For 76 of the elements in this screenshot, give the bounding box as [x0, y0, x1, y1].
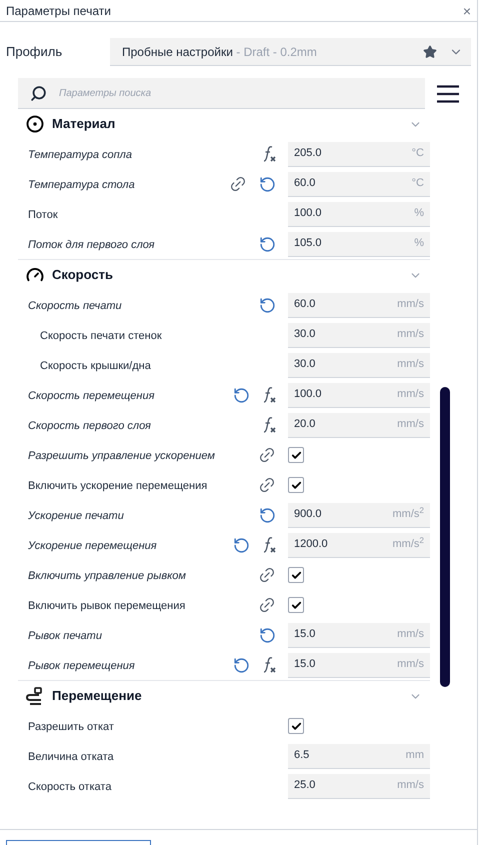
- function-icon[interactable]: [262, 416, 276, 434]
- search-input[interactable]: Параметры поиска: [59, 86, 413, 100]
- setting-label: Скорость первого слоя: [28, 419, 151, 434]
- value-field[interactable]: 100.0 mm/s: [288, 382, 430, 408]
- section-title: Материал: [52, 115, 116, 134]
- setting-label: Температура сопла: [28, 148, 132, 163]
- reset-icon[interactable]: [259, 296, 276, 314]
- check-icon: [290, 450, 302, 460]
- value-field[interactable]: 20.0 mm/s: [288, 412, 430, 438]
- value-field[interactable]: 30.0 mm/s: [288, 352, 430, 378]
- setting-label: Включить рывок перемещения: [28, 599, 186, 614]
- setting-label: Ускорение печати: [28, 509, 124, 524]
- check-icon: [290, 600, 302, 610]
- value-field[interactable]: 1200.0 mm/s$^{2}$: [288, 532, 430, 558]
- reset-icon[interactable]: [259, 626, 276, 644]
- reset-icon[interactable]: [259, 176, 276, 192]
- setting-label: Разрешить управление ускорением: [28, 449, 215, 464]
- setting-label: Поток: [28, 208, 58, 223]
- check-icon: [290, 480, 302, 490]
- search-field[interactable]: Параметры поиска: [18, 78, 425, 109]
- reset-icon[interactable]: [233, 656, 250, 674]
- setting-label: Рывок печати: [28, 629, 102, 644]
- function-icon[interactable]: [262, 145, 276, 163]
- value-field[interactable]: 100.0 %: [288, 202, 430, 226]
- value-field[interactable]: 900.0 mm/s$^{2}$: [288, 502, 430, 528]
- setting-label: Рывок перемещения: [28, 659, 135, 674]
- setting-label: Скорость печати: [28, 299, 122, 314]
- checkbox[interactable]: [288, 718, 304, 734]
- close-button[interactable]: ×: [462, 4, 471, 18]
- reset-icon[interactable]: [233, 536, 250, 554]
- setting-label: Включить управление рывком: [28, 569, 186, 584]
- setting-label: Скорость перемещения: [28, 389, 154, 404]
- search-icon: [30, 84, 47, 102]
- check-icon: [290, 720, 302, 732]
- setting-label: Ускорение перемещения: [28, 539, 157, 554]
- value-field[interactable]: 15.0 mm/s: [288, 622, 430, 648]
- setting-label: Величина отката: [28, 750, 114, 765]
- profile-dropdown[interactable]: Пробные настройки - Draft - 0.2mm: [110, 38, 471, 66]
- value-field[interactable]: 25.0 mm/s: [288, 774, 430, 798]
- function-icon[interactable]: [262, 656, 276, 674]
- gauge-icon: [26, 266, 44, 284]
- setting-label: Скорость отката: [28, 780, 112, 795]
- checkbox[interactable]: [288, 477, 304, 493]
- setting-label: Включить ускорение перемещения: [28, 479, 208, 494]
- setting-label: Скорость крышки/дна: [40, 359, 151, 374]
- function-icon[interactable]: [262, 386, 276, 404]
- section-title: Перемещение: [52, 687, 143, 706]
- profile-detail: - Draft - 0.2mm: [235, 44, 318, 60]
- function-icon[interactable]: [262, 536, 276, 554]
- spool-icon: [26, 115, 44, 133]
- travel-icon: [26, 687, 44, 705]
- setting-label: Разрешить откат: [28, 720, 114, 735]
- profile-label: Профиль: [6, 43, 64, 62]
- profile-name: Пробные настройки: [122, 44, 233, 60]
- value-field[interactable]: 15.0 mm/s: [288, 652, 430, 678]
- window-title: Параметры печати: [6, 2, 111, 20]
- value-field[interactable]: 6.5 mm: [288, 744, 430, 768]
- reset-icon[interactable]: [259, 236, 276, 252]
- setting-label: Поток для первого слоя: [28, 238, 155, 253]
- checkbox[interactable]: [288, 567, 304, 583]
- menu-icon[interactable]: [437, 84, 459, 102]
- value-field[interactable]: 105.0 %: [288, 232, 430, 256]
- favorite-star-icon[interactable]: [423, 44, 437, 58]
- checkbox[interactable]: [288, 597, 304, 613]
- checkbox[interactable]: [288, 447, 304, 463]
- setting-label: Скорость печати стенок: [40, 329, 162, 344]
- scrollbar-thumb[interactable]: [440, 387, 450, 687]
- value-field[interactable]: 60.0 °C: [288, 172, 430, 196]
- reset-icon[interactable]: [233, 386, 250, 404]
- value-field[interactable]: 205.0 °C: [288, 142, 430, 166]
- setting-label: Температура стола: [28, 178, 135, 193]
- check-icon: [290, 570, 302, 580]
- value-field[interactable]: 60.0 mm/s: [288, 292, 430, 318]
- value-field[interactable]: 30.0 mm/s: [288, 322, 430, 348]
- reset-icon[interactable]: [259, 506, 276, 524]
- section-title: Скорость: [52, 266, 114, 284]
